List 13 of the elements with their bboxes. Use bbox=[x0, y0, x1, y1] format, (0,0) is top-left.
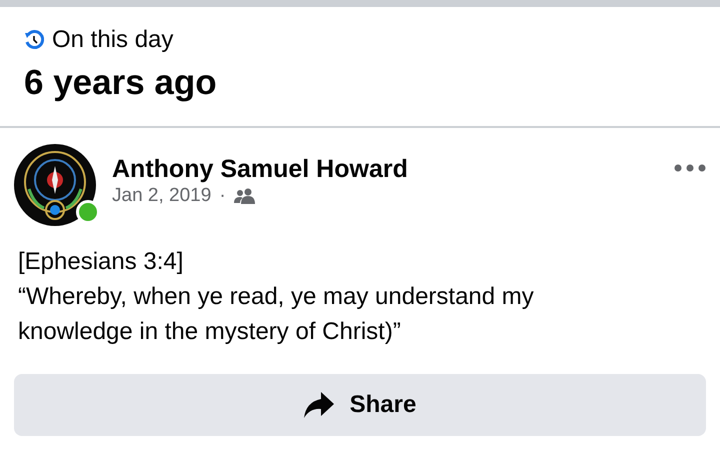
post-text-line: knowledge in the mystery of Christ)” bbox=[18, 317, 402, 347]
share-button[interactable]: Share bbox=[14, 374, 706, 436]
post-date[interactable]: Jan 2, 2019 bbox=[112, 184, 212, 208]
clock-icon bbox=[24, 30, 44, 50]
friends-icon bbox=[234, 188, 256, 204]
memory-title: 6 years ago bbox=[24, 62, 218, 104]
separator-dot: · bbox=[219, 184, 226, 208]
post-text-line: “Whereby, when ye read, ye may understand my bbox=[18, 282, 535, 312]
more-options-icon[interactable] bbox=[674, 164, 706, 172]
post-text-line: [Ephesians 3:4] bbox=[18, 247, 184, 277]
share-arrow-icon bbox=[304, 392, 334, 418]
author-name[interactable]: Anthony Samuel Howard bbox=[112, 154, 706, 184]
memory-label: On this day bbox=[52, 25, 174, 55]
